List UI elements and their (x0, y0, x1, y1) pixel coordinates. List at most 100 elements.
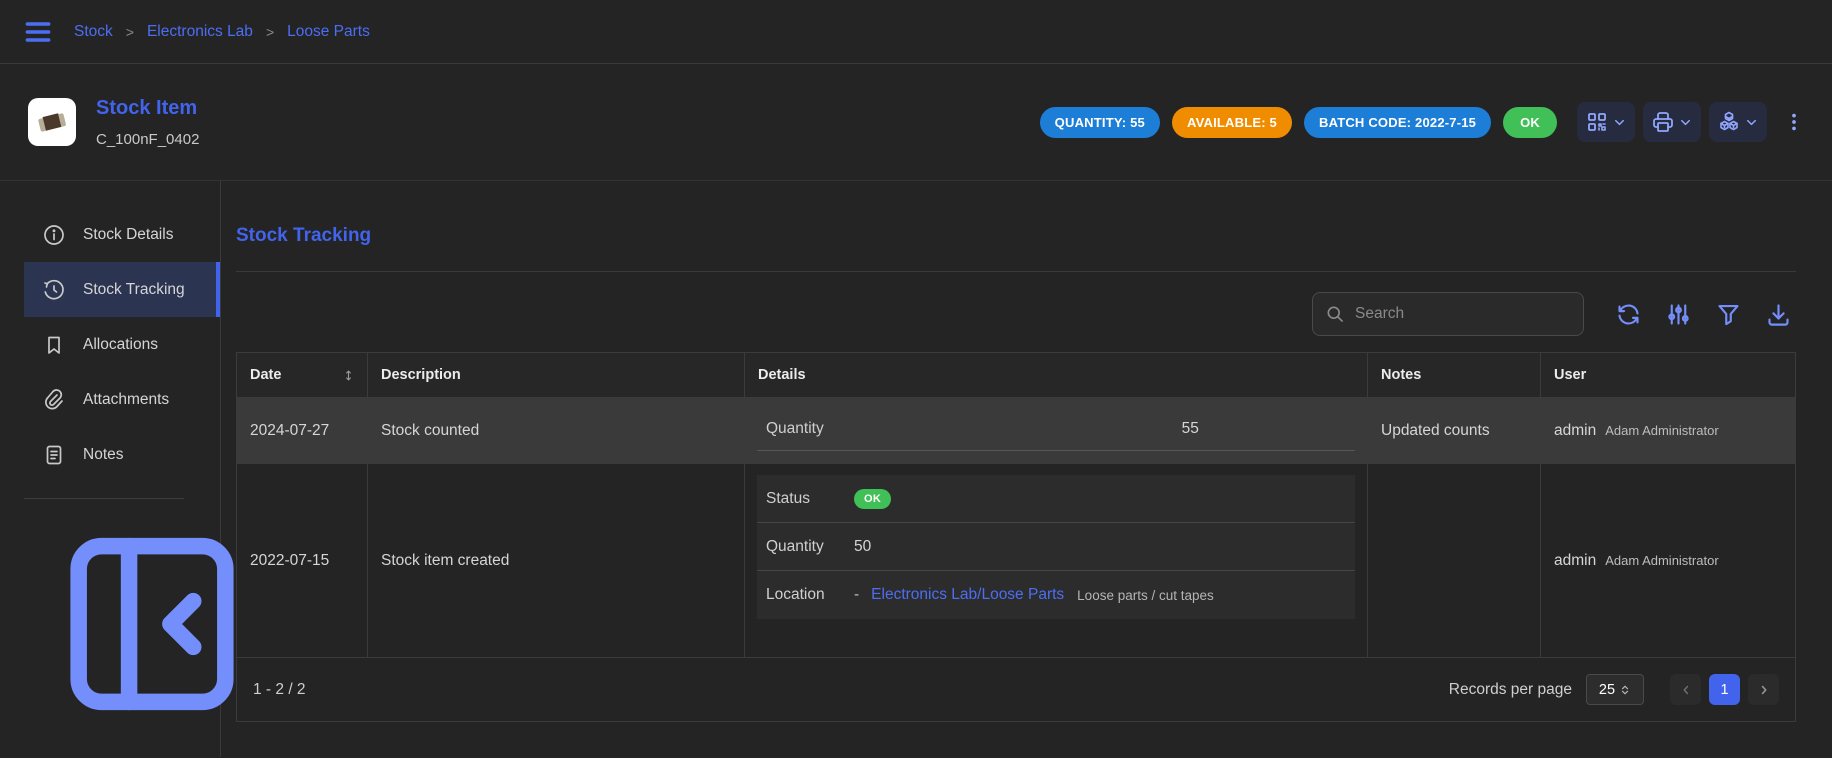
more-options-kebab-icon[interactable] (1782, 105, 1806, 139)
info-icon (42, 223, 66, 247)
row-date: 2022-07-15 (237, 464, 368, 657)
sidebar: Stock Details Stock Tracking Allocations… (0, 181, 221, 757)
stock-item-thumbnail[interactable] (28, 98, 76, 146)
row-notes (1368, 464, 1541, 657)
location-prefix: - (854, 586, 859, 604)
batch-code-badge: BATCH CODE: 2022-7-15 (1304, 107, 1491, 138)
quantity-badge: QUANTITY: 55 (1040, 107, 1160, 138)
records-per-page-label: Records per page (1449, 681, 1572, 699)
breadcrumb-separator: > (126, 24, 134, 40)
select-chevrons-icon (1619, 684, 1631, 696)
row-date: 2024-07-27 (237, 398, 368, 463)
table-footer: 1 - 2 / 2 Records per page 25 1 (237, 657, 1795, 721)
download-icon[interactable] (1765, 301, 1792, 328)
detail-location-row: Location - Electronics Lab/Loose Parts L… (757, 571, 1355, 619)
sidebar-item-stock-tracking[interactable]: Stock Tracking (24, 262, 220, 317)
paperclip-icon (42, 388, 66, 412)
stock-actions-cubes-icon (1717, 110, 1741, 134)
breadcrumb-separator: > (266, 24, 274, 40)
barcode-actions-button[interactable] (1577, 102, 1635, 142)
column-header-description: Description (368, 353, 745, 397)
sidebar-item-label: Notes (83, 446, 124, 464)
header-action-buttons (1577, 102, 1767, 142)
search-box[interactable] (1312, 292, 1584, 336)
search-input[interactable] (1355, 305, 1571, 323)
sidebar-item-notes[interactable]: Notes (24, 427, 220, 482)
sidebar-item-label: Stock Details (83, 226, 173, 244)
sidebar-item-label: Allocations (83, 336, 158, 354)
record-range: 1 - 2 / 2 (253, 681, 306, 699)
notes-icon (42, 443, 66, 467)
detail-status-row: Status OK (757, 475, 1355, 523)
status-ok-badge: OK (1503, 107, 1557, 138)
pagination: 1 (1670, 674, 1779, 705)
bookmark-icon (42, 333, 66, 357)
row-description: Stock counted (368, 398, 745, 463)
hamburger-menu-icon[interactable] (22, 16, 54, 48)
capacitor-image (38, 112, 67, 132)
sidebar-item-stock-details[interactable]: Stock Details (24, 207, 220, 262)
stock-tracking-table: Date Description Details Notes User 2024… (236, 352, 1796, 722)
column-header-user: User (1541, 353, 1795, 397)
sort-icon (341, 368, 356, 383)
user-fullname: Adam Administrator (1605, 553, 1718, 568)
row-user: admin Adam Administrator (1541, 398, 1795, 463)
location-description: Loose parts / cut tapes (1077, 588, 1214, 603)
page-header: Stock Item C_100nF_0402 QUANTITY: 55 AVA… (0, 64, 1832, 181)
row-user: admin Adam Administrator (1541, 464, 1795, 657)
table-row[interactable]: 2022-07-15 Stock item created Status OK … (237, 463, 1795, 657)
chevron-right-icon (1757, 683, 1771, 697)
table-row[interactable]: 2024-07-27 Stock counted Quantity 55 Upd… (237, 397, 1795, 463)
chevron-down-icon (1612, 115, 1627, 130)
column-header-details: Details (745, 353, 1368, 397)
refresh-icon[interactable] (1615, 301, 1642, 328)
row-details: Status OK Quantity 50 Location - Electro… (745, 464, 1368, 657)
sidebar-divider (24, 498, 184, 499)
row-description: Stock item created (368, 464, 745, 657)
detail-quantity-row: Quantity 50 (757, 523, 1355, 571)
status-badges: QUANTITY: 55 AVAILABLE: 5 BATCH CODE: 20… (1040, 107, 1557, 138)
page-title: Stock Item (96, 97, 199, 120)
chevron-down-icon (1678, 115, 1693, 130)
row-notes: Updated counts (1368, 398, 1541, 463)
printer-icon (1651, 110, 1675, 134)
table-header-row: Date Description Details Notes User (237, 353, 1795, 397)
sidebar-item-label: Stock Tracking (83, 281, 185, 299)
detail-quantity-row: Quantity 55 (757, 408, 1355, 451)
chevron-left-icon (1679, 683, 1693, 697)
breadcrumb-electronics-lab[interactable]: Electronics Lab (147, 23, 253, 41)
username: admin (1554, 552, 1596, 570)
next-page-button[interactable] (1748, 674, 1779, 705)
adjustments-icon[interactable] (1665, 301, 1692, 328)
user-fullname: Adam Administrator (1605, 423, 1718, 438)
breadcrumb-loose-parts[interactable]: Loose Parts (287, 23, 370, 41)
column-header-date[interactable]: Date (237, 353, 368, 397)
username: admin (1554, 422, 1596, 440)
print-actions-button[interactable] (1643, 102, 1701, 142)
sidebar-item-attachments[interactable]: Attachments (24, 372, 220, 427)
qr-code-icon (1585, 110, 1609, 134)
table-toolbar (236, 272, 1796, 352)
row-details: Quantity 55 (745, 398, 1368, 463)
location-link[interactable]: Electronics Lab/Loose Parts (871, 586, 1064, 604)
available-badge: AVAILABLE: 5 (1172, 107, 1292, 138)
stock-actions-button[interactable] (1709, 102, 1767, 142)
section-title: Stock Tracking (236, 225, 1796, 247)
records-per-page-select[interactable]: 25 (1586, 674, 1644, 705)
details-panel: Status OK Quantity 50 Location - Electro… (757, 475, 1355, 619)
breadcrumb-stock[interactable]: Stock (74, 23, 113, 41)
detail-quantity-value: 50 (854, 538, 871, 556)
breadcrumb: Stock > Electronics Lab > Loose Parts (74, 23, 370, 41)
top-bar: Stock > Electronics Lab > Loose Parts (0, 0, 1832, 64)
sidebar-item-label: Attachments (83, 391, 169, 409)
filter-icon[interactable] (1715, 301, 1742, 328)
chevron-down-icon (1744, 115, 1759, 130)
history-icon (42, 278, 66, 302)
page-1-button[interactable]: 1 (1709, 674, 1740, 705)
search-icon (1325, 304, 1345, 324)
detail-quantity-value: 55 (1182, 420, 1199, 438)
column-header-notes: Notes (1368, 353, 1541, 397)
previous-page-button[interactable] (1670, 674, 1701, 705)
main-content: Stock Tracking Date Description Details … (221, 181, 1832, 757)
sidebar-item-allocations[interactable]: Allocations (24, 317, 220, 372)
